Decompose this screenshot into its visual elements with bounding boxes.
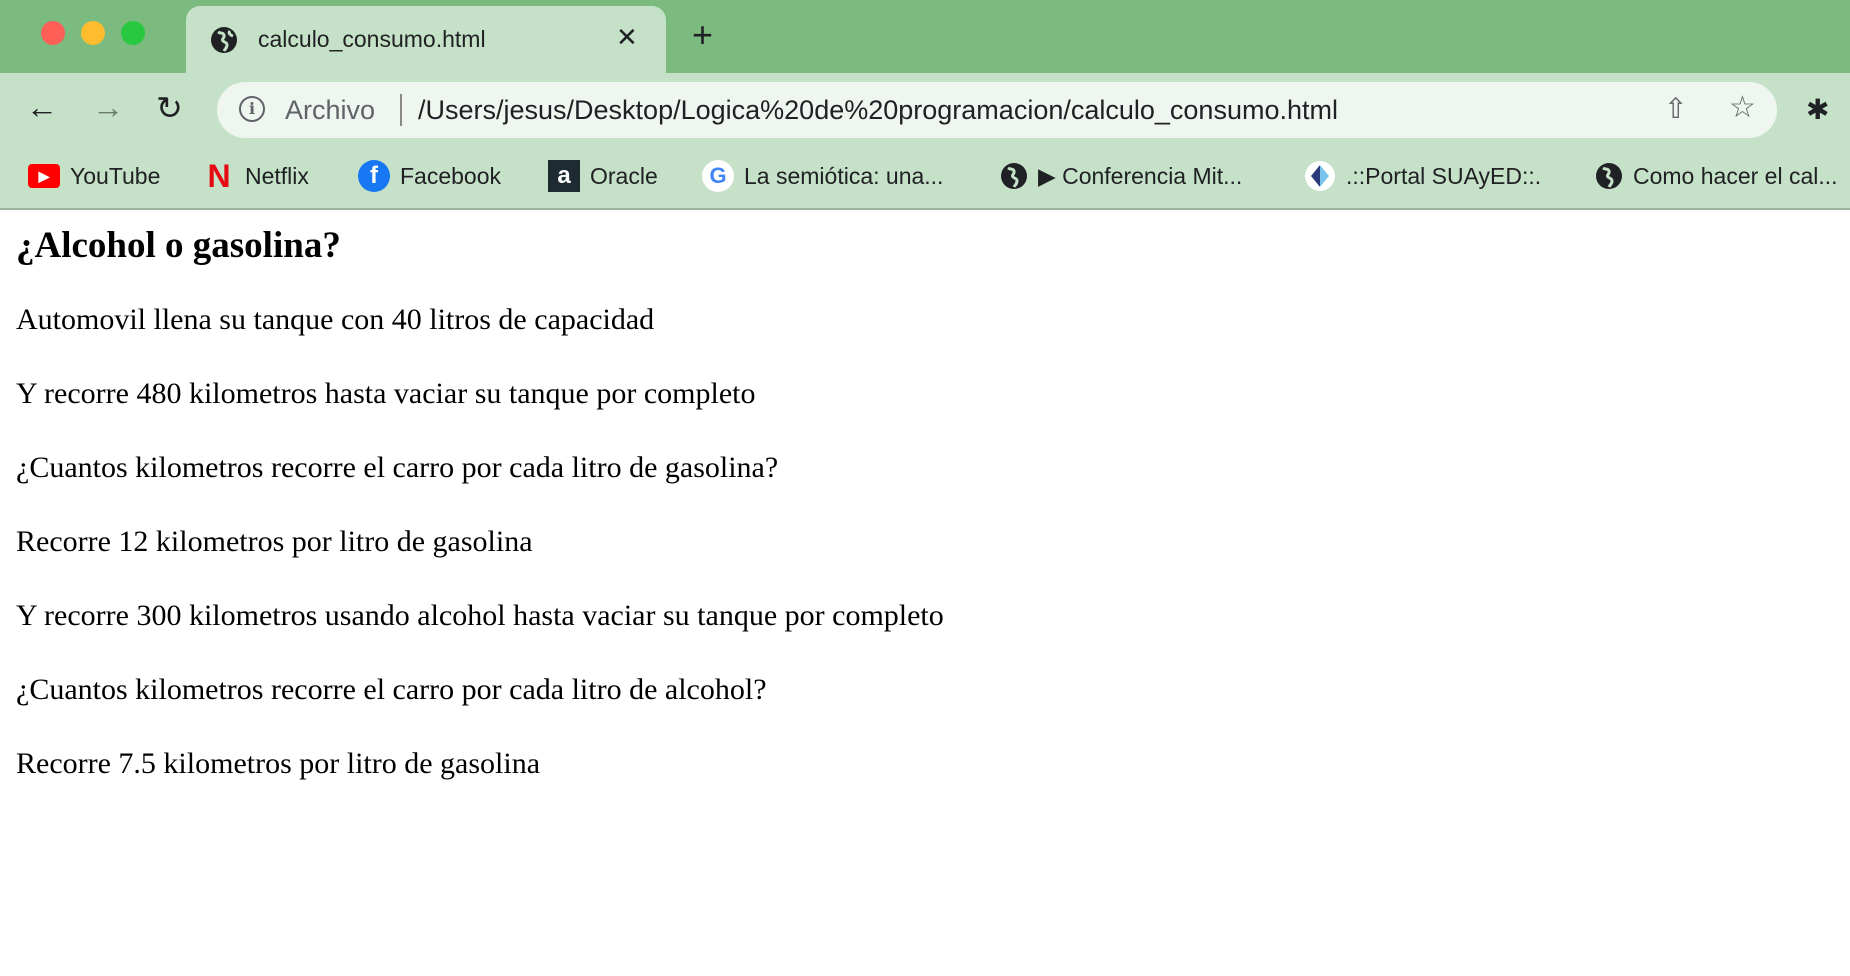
paragraph: Recorre 12 kilometros por litro de gasol… xyxy=(16,525,533,558)
tab-calculo-consumo[interactable]: calculo_consumo.html ✕ xyxy=(186,6,666,73)
maximize-window-button[interactable] xyxy=(121,21,145,45)
page-content: ¿Alcohol o gasolina? Automovil llena su … xyxy=(16,224,944,821)
bookmark-netflix[interactable]: N Netflix xyxy=(203,157,309,194)
paragraph: Y recorre 300 kilometros usando alcohol … xyxy=(16,599,944,632)
bookmark-label: ▶ Conferencia Mit... xyxy=(1038,162,1243,189)
toolbar: ← → ↻ i Archivo /Users/jesus/Desktop/Log… xyxy=(0,73,1850,210)
bookmark-label: Oracle xyxy=(590,162,658,189)
scheme-label: Archivo xyxy=(285,95,376,125)
youtube-icon: ▶ xyxy=(28,164,60,188)
bookmark-label: La semiótica: una... xyxy=(744,162,944,189)
bookmark-facebook[interactable]: f Facebook xyxy=(358,159,501,193)
globe-icon xyxy=(211,27,237,53)
close-window-button[interactable] xyxy=(41,21,65,45)
bookmark-oracle[interactable]: a Oracle xyxy=(548,159,658,193)
share-icon[interactable]: ⇧ xyxy=(1664,92,1687,125)
oracle-icon: a xyxy=(548,160,580,192)
bookmark-como-hacer[interactable]: Como hacer el cal... xyxy=(1595,159,1838,193)
title-bar: calculo_consumo.html ✕ + xyxy=(0,0,1850,73)
tab-title: calculo_consumo.html xyxy=(258,26,486,52)
bookmark-label: Facebook xyxy=(400,162,502,189)
address-bar[interactable]: i Archivo /Users/jesus/Desktop/Logica%20… xyxy=(217,82,1777,138)
forward-button[interactable]: → xyxy=(92,89,124,126)
bookmark-conferencia[interactable]: ▶ Conferencia Mit... xyxy=(1000,159,1242,193)
suayed-icon xyxy=(1305,161,1335,191)
minimize-window-button[interactable] xyxy=(81,21,105,45)
paragraph: Y recorre 480 kilometros hasta vaciar su… xyxy=(16,377,756,410)
info-icon[interactable]: i xyxy=(239,96,265,122)
netflix-icon: N xyxy=(207,157,231,194)
bookmark-star-icon[interactable]: ☆ xyxy=(1729,90,1756,125)
extensions-puzzle-icon[interactable]: ✱ xyxy=(1806,93,1829,126)
back-button[interactable]: ← xyxy=(26,89,58,126)
bookmark-la-semiotica[interactable]: G La semiótica: una... xyxy=(702,159,943,193)
reload-button[interactable]: ↻ xyxy=(156,89,183,127)
bookmark-label: .::Portal SUAyED::. xyxy=(1346,162,1542,189)
facebook-icon: f xyxy=(358,160,390,192)
new-tab-button[interactable]: + xyxy=(692,14,713,56)
divider xyxy=(400,94,402,126)
bookmark-label: Como hacer el cal... xyxy=(1633,162,1838,189)
bookmark-label: Netflix xyxy=(245,162,309,189)
google-icon: G xyxy=(702,160,734,192)
paragraph: ¿Cuantos kilometros recorre el carro por… xyxy=(16,451,779,484)
url-text[interactable]: /Users/jesus/Desktop/Logica%20de%20progr… xyxy=(418,95,1338,126)
paragraph: Recorre 7.5 kilometros por litro de gaso… xyxy=(16,747,541,780)
bookmark-youtube[interactable]: ▶ YouTube xyxy=(28,159,160,193)
bookmark-label: YouTube xyxy=(70,162,161,189)
globe-icon xyxy=(1001,163,1027,189)
globe-icon xyxy=(1596,163,1622,189)
close-tab-icon[interactable]: ✕ xyxy=(616,22,638,53)
paragraph: ¿Cuantos kilometros recorre el carro por… xyxy=(16,673,767,706)
page-heading: ¿Alcohol o gasolina? xyxy=(16,225,341,266)
paragraph: Automovil llena su tanque con 40 litros … xyxy=(16,303,655,336)
bookmark-portal-suayed[interactable]: .::Portal SUAyED::. xyxy=(1304,159,1541,193)
